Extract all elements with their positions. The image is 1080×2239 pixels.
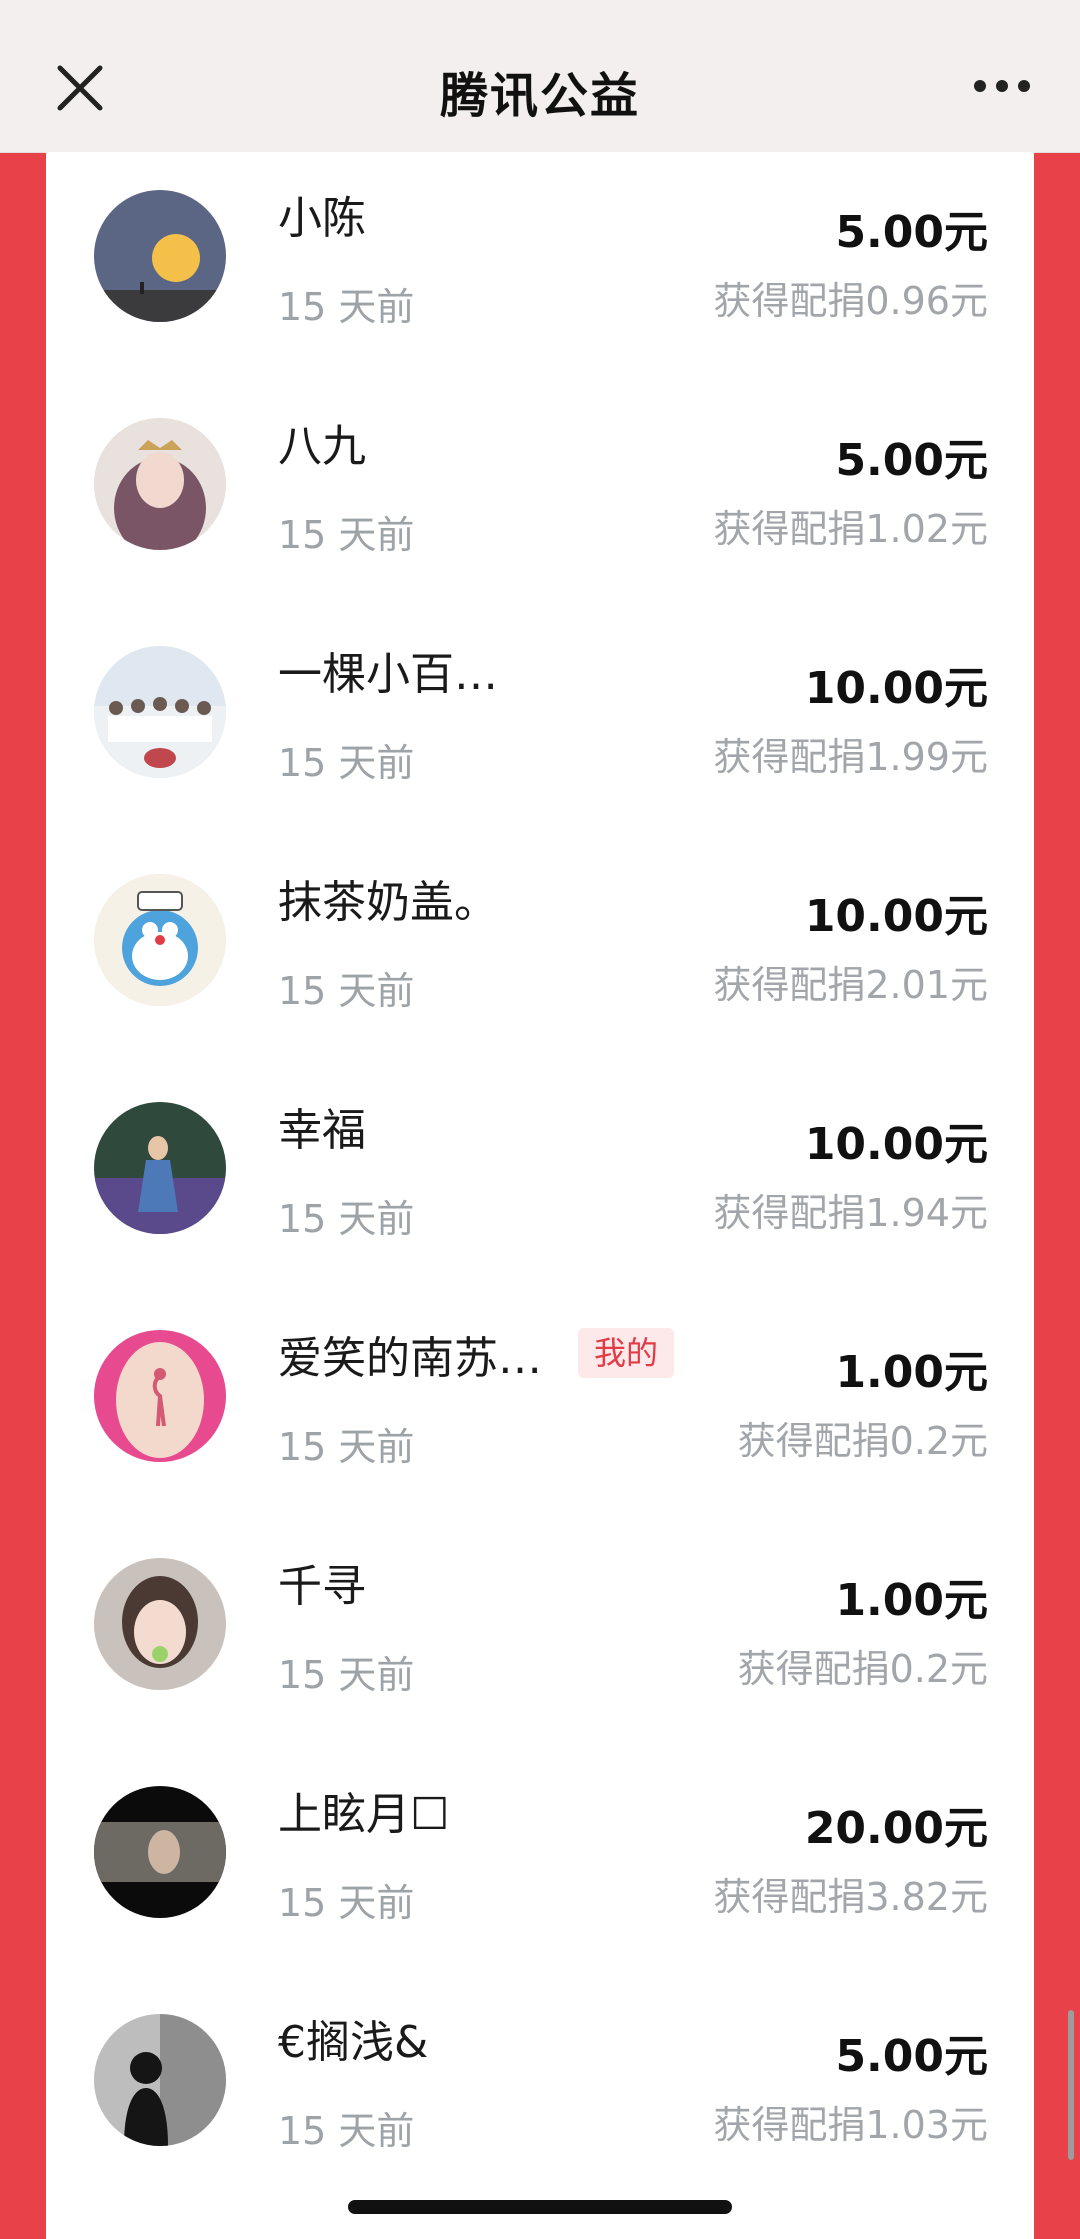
donation-row[interactable]: 幸福 15 天前 10.00元 获得配捐1.94元: [46, 1064, 1034, 1292]
donation-time: 15 天前: [278, 969, 415, 1013]
donation-amount: 10.00元: [804, 1119, 988, 1170]
navigation-bar: 腾讯公益: [0, 0, 1080, 153]
matched-amount: 获得配捐1.02元: [713, 507, 988, 551]
avatar: [94, 874, 226, 1006]
matched-amount: 获得配捐0.96元: [713, 279, 988, 323]
donation-list: 小陈 15 天前 5.00元 获得配捐0.96元 八九 15 天前 5.00元 …: [46, 152, 1034, 2239]
donor-name: 千寻: [278, 1561, 366, 1612]
matched-amount: 获得配捐1.03元: [713, 2103, 988, 2147]
donor-name: 上眩月☐: [278, 1789, 450, 1840]
donation-row[interactable]: 抹茶奶盖。 15 天前 10.00元 获得配捐2.01元: [46, 836, 1034, 1064]
donation-time: 15 天前: [278, 741, 415, 785]
avatar: [94, 190, 226, 322]
donor-name: 幸福: [278, 1105, 366, 1156]
home-indicator[interactable]: [348, 2200, 732, 2214]
donation-row[interactable]: 上眩月☐ 15 天前 20.00元 获得配捐3.82元: [46, 1748, 1034, 1976]
avatar: [94, 2014, 226, 2146]
donation-time: 15 天前: [278, 285, 415, 329]
donor-name: 抹茶奶盖。: [278, 877, 498, 928]
donation-time: 15 天前: [278, 1197, 415, 1241]
my-donation-badge: 我的: [578, 1328, 675, 1378]
donor-name: €搁浅&: [278, 2017, 429, 2068]
page-title: 腾讯公益: [439, 68, 640, 124]
avatar: [94, 1102, 226, 1234]
donation-row[interactable]: 一棵小百… 15 天前 10.00元 获得配捐1.99元: [46, 608, 1034, 836]
matched-amount: 获得配捐1.99元: [713, 735, 988, 779]
donor-name: 八九: [278, 421, 366, 472]
donation-amount: 10.00元: [804, 663, 988, 714]
donor-name: 一棵小百…: [278, 649, 498, 700]
donation-row[interactable]: 小陈 15 天前 5.00元 获得配捐0.96元: [46, 152, 1034, 380]
avatar: [94, 1558, 226, 1690]
more-icon[interactable]: [972, 78, 1032, 94]
matched-amount: 获得配捐0.2元: [737, 1419, 988, 1463]
donation-amount: 1.00元: [835, 1347, 988, 1398]
matched-amount: 获得配捐2.01元: [713, 963, 988, 1007]
donation-row[interactable]: €搁浅& 15 天前 5.00元 获得配捐1.03元: [46, 1976, 1034, 2204]
donation-amount: 5.00元: [835, 435, 988, 486]
donation-time: 15 天前: [278, 1653, 415, 1697]
avatar: [94, 1330, 226, 1462]
matched-amount: 获得配捐0.2元: [737, 1647, 988, 1691]
donation-amount: 20.00元: [804, 1803, 988, 1854]
donation-row[interactable]: 千寻 15 天前 1.00元 获得配捐0.2元: [46, 1520, 1034, 1748]
donor-name: 爱笑的南苏…: [278, 1333, 542, 1384]
avatar: [94, 646, 226, 778]
donation-row[interactable]: 爱笑的南苏… 我的 15 天前 1.00元 获得配捐0.2元: [46, 1292, 1034, 1520]
donation-amount: 1.00元: [835, 1575, 988, 1626]
donation-time: 15 天前: [278, 1425, 415, 1469]
donation-time: 15 天前: [278, 2109, 415, 2153]
avatar: [94, 1786, 226, 1918]
scrollbar[interactable]: [1068, 2010, 1074, 2160]
avatar: [94, 418, 226, 550]
donation-row[interactable]: 八九 15 天前 5.00元 获得配捐1.02元: [46, 380, 1034, 608]
donor-name: 小陈: [278, 193, 366, 244]
matched-amount: 获得配捐1.94元: [713, 1191, 988, 1235]
donation-amount: 5.00元: [835, 2031, 988, 2082]
donation-amount: 5.00元: [835, 207, 988, 258]
donation-time: 15 天前: [278, 1881, 415, 1925]
donation-time: 15 天前: [278, 513, 415, 557]
matched-amount: 获得配捐3.82元: [713, 1875, 988, 1919]
donation-amount: 10.00元: [804, 891, 988, 942]
